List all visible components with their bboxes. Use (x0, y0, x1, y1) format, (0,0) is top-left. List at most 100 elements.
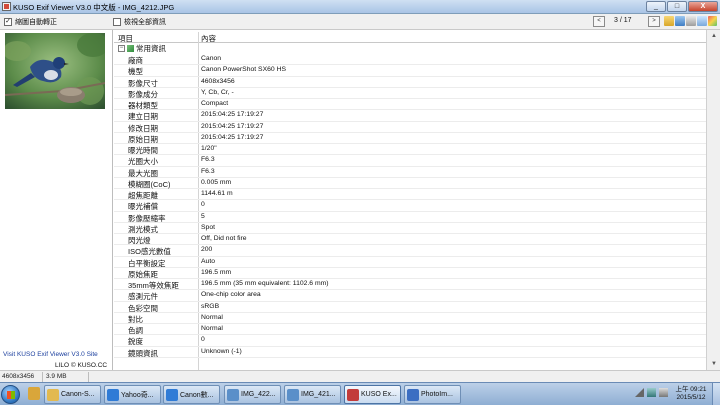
exif-field-value: Spot (201, 223, 215, 231)
folder-icon (47, 388, 59, 401)
table-row[interactable]: 銳度 0 (114, 335, 706, 347)
print-icon[interactable] (686, 16, 696, 26)
group-common-info[interactable]: − 常用資訊 (114, 43, 166, 54)
close-button[interactable]: X (688, 1, 718, 12)
exif-field-value: Compact (201, 100, 229, 107)
table-header: 項目 內容 (114, 32, 706, 43)
system-clock[interactable]: 上午 09:21 2015/5/12 (672, 386, 710, 402)
exif-field-value: F6.3 (201, 156, 215, 164)
table-row[interactable]: 感測元件 One-chip color area (114, 290, 706, 302)
signal-icon[interactable] (635, 388, 644, 397)
group-icon (127, 45, 134, 52)
window-title: KUSO Exif Viewer V3.0 中文版 - IMG_4212.JPG (13, 3, 175, 12)
next-image-button[interactable]: > (648, 16, 660, 27)
table-row[interactable]: 鏡頭資訊 Unknown (-1) (114, 347, 706, 358)
status-divider (42, 372, 43, 382)
exif-rows: 廠商 Canon 機型 Canon PowerShot SX60 HS 影像尺寸 4608… (114, 54, 706, 358)
exif-field-value: Canon PowerShot SX60 HS (201, 66, 287, 74)
exif-field-value: Off, Did not fire (201, 235, 247, 242)
table-row[interactable]: 機型 Canon PowerShot SX60 HS (114, 65, 706, 77)
exif-field-value: 0.005 mm (201, 178, 232, 186)
status-bar: 4608x3456 3.9 MB (0, 370, 720, 382)
table-row[interactable]: 白平衡設定 Auto (114, 257, 706, 268)
table-row[interactable]: 影像尺寸 4608x3456 (114, 77, 706, 88)
open-folder-icon[interactable] (664, 16, 674, 26)
taskbar-item[interactable]: KUSO Ex... (344, 385, 401, 404)
table-row[interactable]: 原始焦距 196.5 mm (114, 268, 706, 279)
image-icon (287, 388, 299, 401)
exif-field-value: sRGB (201, 302, 220, 310)
start-button[interactable] (1, 385, 20, 404)
scroll-up-arrow-icon[interactable]: ▲ (707, 30, 720, 42)
save-icon[interactable] (675, 16, 685, 26)
image-icon (227, 388, 239, 401)
exif-field-value: 200 (201, 246, 213, 254)
table-row[interactable]: 廠商 Canon (114, 54, 706, 66)
table-row[interactable]: 建立日期 2015:04:25 17:19:27 (114, 110, 706, 122)
exif-field-value: Canon (201, 55, 222, 62)
minimize-button[interactable]: _ (646, 1, 666, 12)
collapse-icon[interactable]: − (118, 45, 125, 52)
table-row[interactable]: 色彩空間 sRGB (114, 302, 706, 313)
exif-field-name: 鏡頭資訊 (128, 348, 158, 358)
table-row[interactable]: 35mm等效焦距 196.5 mm (35 mm equivalent: 1102… (114, 279, 706, 291)
exif-field-value: 196.5 mm (35 mm equivalent: 1102.6 mm) (201, 280, 329, 287)
status-divider (88, 372, 89, 382)
exif-field-value: Auto (201, 257, 215, 265)
exif-field-value: Unknown (-1) (201, 347, 242, 355)
taskbar-item-label: PhotoIm... (421, 391, 453, 398)
network-icon[interactable] (647, 388, 656, 397)
exif-field-value: Normal (201, 325, 223, 332)
table-row[interactable]: 閃光燈 Off, Did not fire (114, 234, 706, 246)
vertical-scrollbar[interactable]: ▲ ▼ (706, 30, 720, 370)
empty-checkbox-icon (113, 18, 121, 26)
group-label: 常用資訊 (136, 44, 166, 53)
table-row[interactable]: 模糊圈(CoC) 0.005 mm (114, 178, 706, 189)
prev-image-button[interactable]: < (593, 16, 605, 27)
status-dimensions: 4608x3456 (2, 373, 35, 380)
table-row[interactable]: 影像壓縮率 5 (114, 212, 706, 223)
visit-site-link[interactable]: Visit KUSO Exif Viewer V3.0 Site (3, 351, 98, 358)
copy-icon[interactable] (697, 16, 707, 26)
table-row[interactable]: 原始日期 2015:04:25 17:19:27 (114, 133, 706, 144)
taskbar-item[interactable]: Canon數... (163, 385, 220, 404)
volume-icon[interactable] (659, 388, 668, 397)
taskbar-item[interactable]: PhotoIm... (404, 385, 461, 404)
title-bar[interactable]: KUSO Exif Viewer V3.0 中文版 - IMG_4212.JPG… (0, 0, 720, 14)
show-desktop-button[interactable] (712, 383, 720, 405)
table-row[interactable]: 超焦距離 1144.61 m (114, 189, 706, 201)
exif-field-value: Y, Cb, Cr, - (201, 88, 234, 96)
bird-thumbnail[interactable] (5, 33, 105, 109)
taskbar-item[interactable]: Canon-S... (44, 385, 101, 404)
show-all-checkbox[interactable]: 檢視全部資訊 (113, 17, 166, 27)
table-row[interactable]: 修改日期 2015:04:25 17:19:27 (114, 122, 706, 133)
exif-field-value: 2015:04:25 17:19:27 (201, 111, 264, 119)
table-row[interactable]: 影像成分 Y, Cb, Cr, - (114, 88, 706, 99)
clock-date: 2015/5/12 (676, 394, 706, 401)
table-row[interactable]: 曝光補償 0 (114, 200, 706, 212)
table-row[interactable]: ISO感光數值 200 (114, 245, 706, 257)
auto-rotate-checkbox[interactable]: ✓ 縮圖自動轉正 (4, 17, 57, 27)
maximize-button[interactable]: □ (667, 1, 687, 12)
taskbar-item-label: Yahoo奇... (121, 391, 154, 399)
table-row[interactable]: 光圈大小 F6.3 (114, 155, 706, 167)
table-row[interactable]: 對比 Normal (114, 313, 706, 324)
exif-field-value: 196.5 mm (201, 268, 232, 276)
app-icon (2, 2, 11, 11)
column-header-content[interactable]: 內容 (201, 33, 216, 44)
table-row[interactable]: 色調 Normal (114, 324, 706, 336)
table-row[interactable]: 測光模式 Spot (114, 223, 706, 234)
table-row[interactable]: 器材類型 Compact (114, 99, 706, 111)
taskbar-item[interactable]: IMG_421... (284, 385, 341, 404)
scroll-down-arrow-icon[interactable]: ▼ (707, 358, 720, 370)
taskbar-item[interactable]: Yahoo奇... (104, 385, 161, 404)
exif-field-value: 0 (201, 201, 205, 209)
color-icon[interactable] (708, 16, 717, 26)
taskbar: Canon-S... Yahoo奇... Canon數... IMG_422... IM… (0, 382, 720, 405)
taskbar-item-label: Canon-S... (61, 391, 95, 398)
explorer-folder-icon[interactable] (28, 387, 40, 401)
table-row[interactable]: 曝光時間 1/20" (114, 144, 706, 156)
taskbar-item[interactable]: IMG_422... (224, 385, 281, 404)
table-row[interactable]: 最大光圈 F6.3 (114, 167, 706, 178)
ie-icon (166, 388, 178, 401)
